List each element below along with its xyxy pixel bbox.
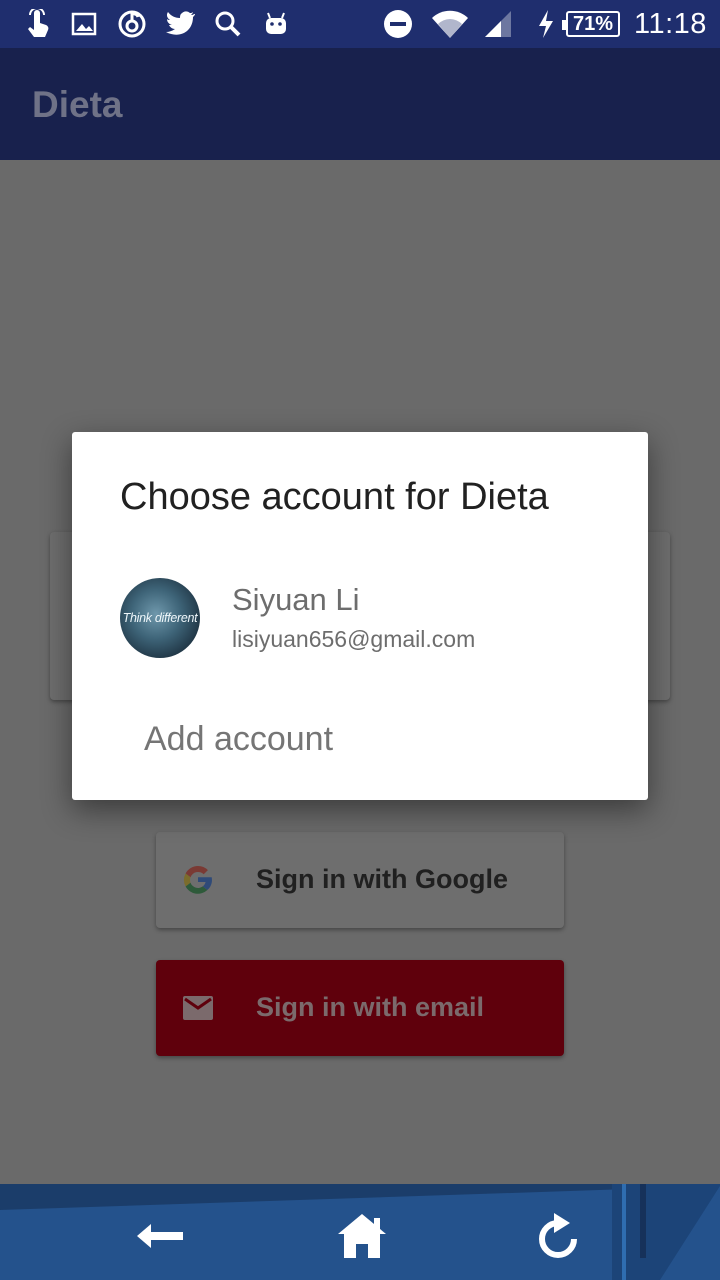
sign-in-google-button[interactable]: Sign in with Google (156, 832, 564, 928)
netease-music-icon (116, 8, 148, 40)
clock: 11:18 (634, 8, 707, 40)
account-item[interactable]: Think different Siyuan Li lisiyuan656@gm… (72, 556, 648, 660)
add-account-button[interactable]: Add account (144, 720, 333, 759)
back-arrow-icon[interactable] (132, 1208, 188, 1264)
home-icon[interactable] (334, 1208, 390, 1264)
account-email: lisiyuan656@gmail.com (232, 626, 476, 652)
search-icon (212, 8, 244, 40)
charging-icon (534, 8, 558, 40)
twitter-icon (164, 8, 196, 40)
refresh-icon[interactable] (530, 1208, 586, 1264)
app-title: Dieta (32, 84, 123, 125)
mail-icon (180, 990, 216, 1026)
sign-in-google-label: Sign in with Google (256, 864, 508, 894)
battery-indicator: 71% (562, 11, 620, 37)
cell-signal-icon (482, 8, 514, 40)
navigation-bar (0, 1184, 720, 1280)
sign-in-email-label: Sign in with email (256, 992, 485, 1022)
status-bar: 71% 11:18 (0, 0, 720, 48)
do-not-disturb-icon (382, 8, 414, 40)
avatar-text: Think different (122, 611, 198, 625)
dialog-title: Choose account for Dieta (120, 476, 549, 518)
account-name: Siyuan Li (232, 582, 360, 617)
avatar: Think different (120, 578, 200, 658)
touch-icon (22, 8, 54, 40)
gallery-icon (68, 8, 100, 40)
choose-account-dialog: Choose account for Dieta Think different… (72, 432, 648, 800)
android-icon (260, 8, 292, 40)
app-bar: Dieta (0, 48, 720, 160)
google-logo-icon (180, 862, 216, 898)
sign-in-email-button[interactable]: Sign in with email (156, 960, 564, 1056)
wifi-icon (428, 8, 472, 40)
